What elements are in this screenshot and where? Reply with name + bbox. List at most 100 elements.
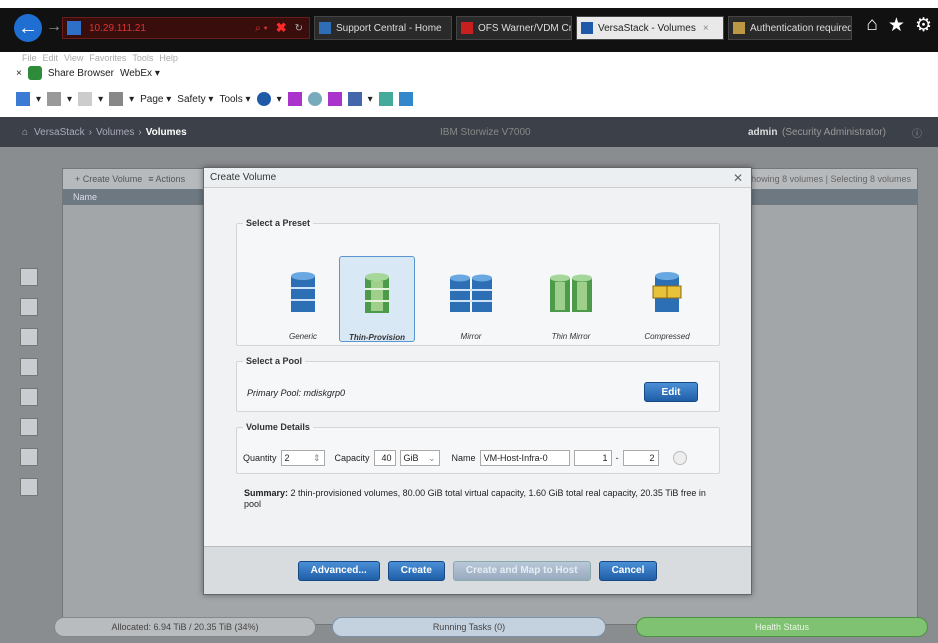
preset-generic[interactable]: Generic: [265, 256, 341, 342]
volumes-icon[interactable]: [20, 328, 38, 346]
edit-pool-button[interactable]: Edit: [644, 382, 698, 402]
column-name[interactable]: Name: [73, 192, 97, 202]
breadcrumb-versastack[interactable]: VersaStack: [34, 127, 85, 138]
forward-button[interactable]: →: [46, 18, 62, 36]
menu-favorites[interactable]: Favorites: [89, 53, 126, 63]
address-bar[interactable]: 10.29.111.21 ⌕ ▾ ✖ ↻: [62, 17, 310, 39]
home-page-icon[interactable]: [16, 92, 30, 106]
create-volume-button[interactable]: + Create Volume: [75, 174, 142, 184]
menu-tools[interactable]: Tools: [132, 53, 153, 63]
users-icon[interactable]: [20, 448, 38, 466]
monitoring-icon[interactable]: [20, 268, 38, 286]
settings-icon[interactable]: [20, 478, 38, 496]
blog-icon[interactable]: [398, 92, 413, 106]
preset-thin-mirror[interactable]: Thin Mirror: [533, 256, 609, 342]
favorites-star-icon[interactable]: ★: [888, 14, 905, 37]
tab-ofs-warner[interactable]: OFS Warner/VDM Crest: [456, 16, 572, 40]
copy-services-icon[interactable]: [20, 388, 38, 406]
webex-button[interactable]: WebEx ▾: [120, 68, 160, 79]
tab-authentication[interactable]: Authentication required: [728, 16, 852, 40]
certificate-error-icon[interactable]: ✖: [276, 20, 287, 36]
menu-bar: File Edit View Favorites Tools Help: [22, 53, 178, 63]
tools-menu[interactable]: Tools ▾: [219, 94, 250, 105]
range-start-field[interactable]: 1: [573, 450, 612, 466]
preset-label: Thin Mirror: [551, 332, 591, 341]
capacity-field[interactable]: 40: [373, 450, 396, 466]
command-bar: ▾ ▾ ▾ ▾ Page ▾ Safety ▾ Tools ▾ ▾ ▾: [16, 92, 413, 106]
allocated-status[interactable]: Allocated: 6.94 TiB / 20.35 TiB (34%): [54, 617, 316, 637]
addon-icon[interactable]: [327, 92, 342, 106]
volume-details-legend: Volume Details: [246, 422, 310, 432]
cancel-button[interactable]: Cancel: [598, 560, 658, 581]
safety-menu[interactable]: Safety ▾: [177, 94, 213, 105]
breadcrumb-volumes-category[interactable]: Volumes: [96, 127, 134, 138]
tab-favicon-icon: [733, 22, 745, 34]
page-menu[interactable]: Page ▾: [140, 94, 171, 105]
range-end-field[interactable]: 2: [622, 450, 659, 466]
chevron-down-icon: ⌄: [428, 452, 436, 463]
quantity-stepper[interactable]: 2 ⇕: [280, 450, 325, 466]
compressed-database-icon: [652, 272, 682, 312]
help-icon[interactable]: ⓘ: [912, 125, 922, 140]
help-icon[interactable]: [256, 92, 271, 106]
info-icon[interactable]: [672, 451, 687, 465]
menu-file[interactable]: File: [22, 53, 37, 63]
unit-select[interactable]: GiB ⌄: [399, 450, 440, 466]
system-name: IBM Storwize V7000: [440, 126, 531, 138]
home-icon[interactable]: ⌂: [22, 127, 28, 138]
menu-edit[interactable]: Edit: [43, 53, 59, 63]
feeds-icon[interactable]: [47, 92, 62, 106]
print-icon[interactable]: [109, 92, 124, 106]
tab-support-central[interactable]: Support Central - Home: [314, 16, 452, 40]
tab-favicon-icon: [461, 22, 473, 34]
preset-label: Generic: [288, 332, 317, 341]
spinner-icon[interactable]: ⇕: [313, 453, 321, 464]
close-icon[interactable]: ×: [16, 68, 22, 79]
dialog-title-bar: Create Volume ✕: [204, 168, 751, 188]
research-icon[interactable]: [378, 92, 393, 106]
refresh-icon[interactable]: ↻: [295, 23, 303, 34]
browser-right-icons: ⌂ ★ ⚙: [866, 14, 932, 37]
create-button[interactable]: Create: [387, 560, 445, 581]
hosts-icon[interactable]: [20, 358, 38, 376]
name-prefix-field[interactable]: VM-Host-Infra-0: [479, 450, 570, 466]
thin-mirror-database-icon: [550, 274, 592, 312]
settings-gear-icon[interactable]: ⚙: [915, 14, 932, 37]
translate-icon[interactable]: [347, 92, 362, 106]
preset-compressed[interactable]: Compressed: [629, 256, 705, 342]
health-status[interactable]: Health Status: [636, 617, 928, 637]
pool-fieldset: Select a Pool Primary Pool: mdiskgrp0 Ed…: [236, 356, 720, 412]
preset-fieldset: Select a Preset Generic Thin-Provision M…: [236, 218, 720, 346]
preset-mirror[interactable]: Mirror: [433, 256, 509, 342]
back-button[interactable]: ←: [14, 14, 42, 42]
share-browser-button[interactable]: Share Browser: [48, 68, 114, 79]
selection-count: Showing 8 volumes | Selecting 8 volumes: [745, 174, 911, 184]
tab-versastack-volumes[interactable]: VersaStack - Volumes ×: [576, 16, 724, 40]
search-icon[interactable]: ⌕ ▾: [255, 23, 268, 34]
summary-text: 2 thin-provisioned volumes, 80.00 GiB to…: [244, 488, 706, 509]
volume-details-fieldset: Volume Details Quantity 2 ⇕ Capacity 40 G…: [236, 422, 720, 474]
dialog-footer: Advanced... Create Create and Map to Hos…: [204, 546, 751, 594]
pools-icon[interactable]: [20, 298, 38, 316]
actions-button[interactable]: ≡ Actions: [148, 174, 185, 184]
advanced-button[interactable]: Advanced...: [297, 560, 380, 581]
dialog-body: Select a Preset Generic Thin-Provision M…: [204, 188, 751, 548]
summary: Summary: 2 thin-provisioned volumes, 80.…: [244, 488, 714, 510]
menu-help[interactable]: Help: [159, 53, 178, 63]
create-and-map-button[interactable]: Create and Map to Host: [452, 560, 591, 581]
close-icon[interactable]: ✕: [733, 171, 743, 185]
tab-close-icon[interactable]: ×: [703, 23, 709, 34]
pool-legend: Select a Pool: [246, 356, 303, 366]
access-icon[interactable]: [20, 418, 38, 436]
home-icon[interactable]: ⌂: [866, 14, 877, 37]
share-browser-icon: [27, 66, 42, 80]
menu-view[interactable]: View: [64, 53, 83, 63]
running-tasks-status[interactable]: Running Tasks (0): [332, 617, 606, 637]
mail-icon[interactable]: [78, 92, 93, 106]
user-name[interactable]: admin: [748, 127, 777, 138]
addon-icon[interactable]: [287, 92, 302, 106]
preset-thin-provision[interactable]: Thin-Provision: [339, 256, 415, 342]
tab-favicon-icon: [319, 22, 331, 34]
volume-details-row: Quantity 2 ⇕ Capacity 40 GiB ⌄ Name VM-Hos…: [243, 450, 687, 466]
addon-icon[interactable]: [307, 92, 322, 106]
